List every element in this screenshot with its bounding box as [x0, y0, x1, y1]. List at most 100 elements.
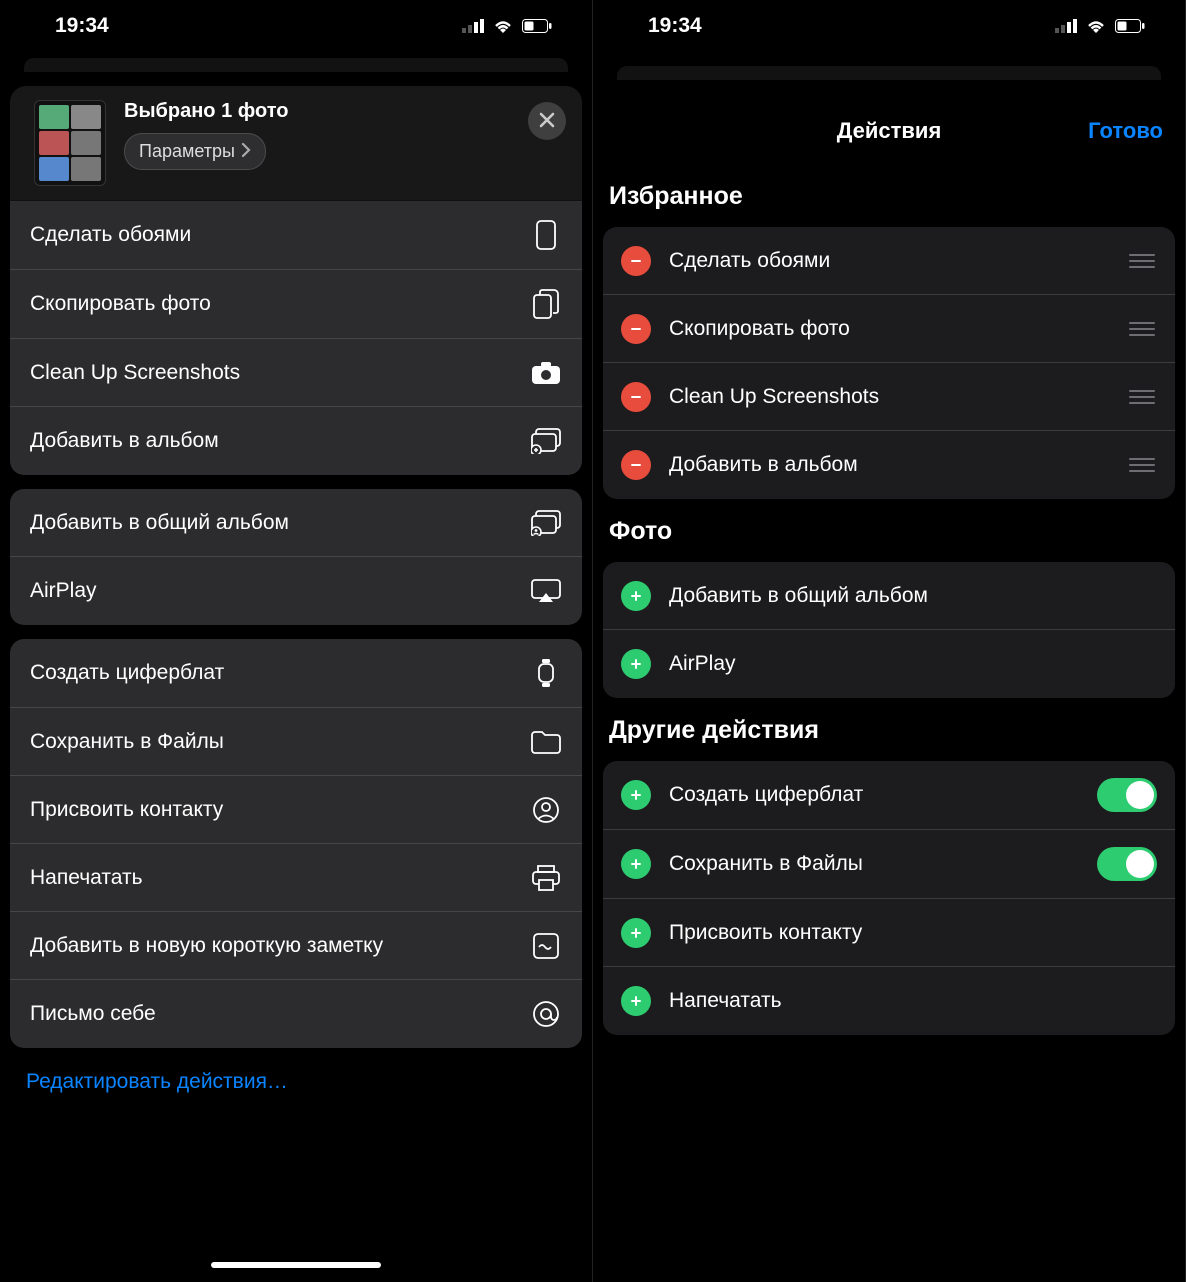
action-label: Добавить в альбом	[30, 429, 530, 453]
share-header-title: Выбрано 1 фото	[124, 100, 288, 123]
phone-share-sheet: 19:34 Выбрано 1 фото Параметры	[0, 0, 593, 1282]
action-label: Напечатать	[30, 866, 530, 890]
drag-handle-icon[interactable]	[1129, 322, 1157, 336]
action-label: AirPlay	[30, 579, 530, 603]
album-icon	[530, 428, 562, 454]
home-indicator[interactable]	[211, 1262, 381, 1268]
action-label: Присвоить контакту	[30, 798, 530, 822]
remove-button[interactable]	[621, 314, 651, 344]
favorite-label: Clean Up Screenshots	[669, 385, 1111, 409]
done-button[interactable]: Готово	[1088, 118, 1163, 144]
wifi-icon	[492, 18, 514, 34]
photo-row[interactable]: AirPlay	[603, 630, 1175, 698]
action-row[interactable]: AirPlay	[10, 557, 582, 625]
photo-label: AirPlay	[669, 652, 1157, 676]
other-label: Сохранить в Файлы	[669, 852, 1079, 876]
add-button[interactable]	[621, 581, 651, 611]
wifi-icon	[1085, 18, 1107, 34]
action-row[interactable]: Добавить в альбом	[10, 407, 582, 475]
other-label: Присвоить контакту	[669, 921, 1157, 945]
options-label: Параметры	[139, 141, 235, 162]
action-row[interactable]: Создать циферблат	[10, 639, 582, 708]
photo-label: Добавить в общий альбом	[669, 584, 1157, 608]
add-button[interactable]	[621, 649, 651, 679]
sheet-grabber	[24, 58, 568, 72]
shared-photo-thumbnail	[34, 100, 106, 186]
add-button[interactable]	[621, 918, 651, 948]
section-favorites-title: Избранное	[593, 164, 1185, 221]
action-group: Сделать обоями Скопировать фото Clean Up S…	[10, 201, 582, 475]
share-sheet-header: Выбрано 1 фото Параметры	[10, 86, 582, 201]
favorite-label: Скопировать фото	[669, 317, 1111, 341]
action-label: Сохранить в Файлы	[30, 730, 530, 754]
close-button[interactable]	[528, 102, 566, 140]
nav-bar: Действия Готово	[593, 92, 1185, 164]
toggle-switch[interactable]	[1097, 847, 1157, 881]
remove-button[interactable]	[621, 382, 651, 412]
phone-icon	[530, 220, 562, 250]
cellular-icon	[1055, 19, 1077, 33]
action-label: Добавить в новую короткую заметку	[30, 934, 530, 958]
add-button[interactable]	[621, 780, 651, 810]
action-row[interactable]: Сохранить в Файлы	[10, 708, 582, 776]
action-row[interactable]: Присвоить контакту	[10, 776, 582, 844]
at-icon	[530, 1000, 562, 1028]
action-group: Добавить в общий альбом AirPlay	[10, 489, 582, 625]
drag-handle-icon[interactable]	[1129, 458, 1157, 472]
action-row[interactable]: Сделать обоями	[10, 201, 582, 270]
folder-icon	[530, 730, 562, 754]
favorite-row[interactable]: Сделать обоями	[603, 227, 1175, 295]
sheet-grabber	[617, 66, 1161, 80]
section-other-title: Другие действия	[593, 698, 1185, 755]
options-button[interactable]: Параметры	[124, 133, 266, 170]
battery-icon	[522, 19, 552, 33]
add-button[interactable]	[621, 986, 651, 1016]
status-bar: 19:34	[0, 0, 592, 52]
battery-icon	[1115, 19, 1145, 33]
favorites-group: Сделать обоями Скопировать фото Clean Up S…	[603, 227, 1175, 499]
other-row[interactable]: Напечатать	[603, 967, 1175, 1035]
edit-actions-link[interactable]: Редактировать действия…	[10, 1048, 582, 1098]
shared-album-icon	[530, 510, 562, 536]
favorite-row[interactable]: Clean Up Screenshots	[603, 363, 1175, 431]
phone-actions-editor: 19:34 Действия Готово Избранное Сделать …	[593, 0, 1186, 1282]
remove-button[interactable]	[621, 246, 651, 276]
person-icon	[530, 797, 562, 823]
remove-button[interactable]	[621, 450, 651, 480]
other-group: Создать циферблат Сохранить в Файлы Присво…	[603, 761, 1175, 1035]
other-row[interactable]: Сохранить в Файлы	[603, 830, 1175, 899]
photo-row[interactable]: Добавить в общий альбом	[603, 562, 1175, 630]
camera-icon	[530, 361, 562, 385]
print-icon	[530, 865, 562, 891]
status-time: 19:34	[648, 14, 702, 38]
watch-icon	[530, 658, 562, 688]
action-label: Письмо себе	[30, 1002, 530, 1026]
action-label: Clean Up Screenshots	[30, 361, 530, 385]
other-row[interactable]: Присвоить контакту	[603, 899, 1175, 967]
action-row[interactable]: Скопировать фото	[10, 270, 582, 339]
action-label: Скопировать фото	[30, 292, 530, 316]
other-row[interactable]: Создать циферблат	[603, 761, 1175, 830]
action-row[interactable]: Письмо себе	[10, 980, 582, 1048]
action-row[interactable]: Clean Up Screenshots	[10, 339, 582, 407]
action-row[interactable]: Напечатать	[10, 844, 582, 912]
toggle-switch[interactable]	[1097, 778, 1157, 812]
favorite-row[interactable]: Скопировать фото	[603, 295, 1175, 363]
favorite-row[interactable]: Добавить в альбом	[603, 431, 1175, 499]
share-sheet-actions: Сделать обоями Скопировать фото Clean Up S…	[0, 201, 592, 1118]
add-button[interactable]	[621, 849, 651, 879]
airplay-icon	[530, 579, 562, 603]
action-group: Создать циферблат Сохранить в Файлы Присво…	[10, 639, 582, 1048]
status-time: 19:34	[55, 14, 109, 38]
copy-icon	[530, 289, 562, 319]
other-label: Создать циферблат	[669, 783, 1079, 807]
other-label: Напечатать	[669, 989, 1157, 1013]
action-row[interactable]: Добавить в новую короткую заметку	[10, 912, 582, 980]
cellular-icon	[462, 19, 484, 33]
action-label: Создать циферблат	[30, 661, 530, 685]
drag-handle-icon[interactable]	[1129, 390, 1157, 404]
drag-handle-icon[interactable]	[1129, 254, 1157, 268]
favorite-label: Добавить в альбом	[669, 453, 1111, 477]
close-icon	[539, 108, 555, 134]
action-row[interactable]: Добавить в общий альбом	[10, 489, 582, 557]
